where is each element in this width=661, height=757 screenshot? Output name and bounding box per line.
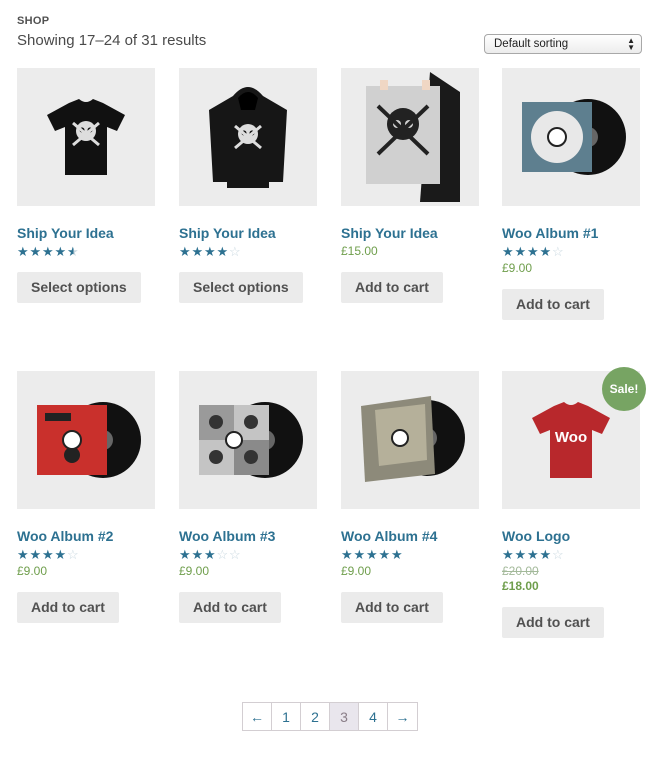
page-link-2[interactable]: 2 [301,703,330,730]
next-page-arrow-icon[interactable]: → [388,703,417,730]
sorting-select-value: Default sorting [494,38,569,50]
sale-badge: Sale! [602,367,646,411]
product-price: £20.00 £18.00 [502,564,641,594]
product-image[interactable] [179,371,317,509]
woo-logo-text: Woo [555,429,587,446]
product-title[interactable]: Woo Album #4 [341,528,480,545]
product-image[interactable] [341,68,479,206]
product-price: £9.00 [17,564,48,578]
rating-stars: ★★★★☆ [502,244,564,259]
product-card: Woo Album #2 ★★★★☆ £9.00 Add to cart [17,371,156,623]
product-image[interactable]: Woo Sale! [502,367,646,509]
add-to-cart-button[interactable]: Add to cart [502,289,604,320]
sorting-select[interactable]: Default sorting ▲ ▼ [484,34,642,54]
product-title[interactable]: Woo Album #1 [502,225,641,242]
product-card: Ship Your Idea ★★★★★ Select options [17,68,156,303]
sale-price: £18.00 [502,579,539,593]
vinyl-album-image [522,99,626,175]
product-card: Ship Your Idea £15.00 Add to cart [341,68,480,303]
select-options-button[interactable]: Select options [179,272,303,303]
product-price: £9.00 [502,261,533,275]
vinyl-album-image [199,402,303,478]
product-title[interactable]: Ship Your Idea [179,225,318,242]
product-title[interactable]: Woo Logo [502,528,641,545]
product-card: Woo Sale! Woo Logo ★★★★☆ £20.00 £18.00 A… [502,367,646,638]
product-title[interactable]: Woo Album #2 [17,528,156,545]
page-link-4[interactable]: 4 [359,703,388,730]
add-to-cart-button[interactable]: Add to cart [17,592,119,623]
product-image[interactable] [341,371,479,509]
shop-label: SHOP [17,15,50,27]
select-arrows-icon: ▲ ▼ [627,36,635,52]
product-image[interactable] [17,68,155,206]
tshirt-image [47,99,125,175]
add-to-cart-button[interactable]: Add to cart [502,607,604,638]
rating-stars: ★★★☆☆ [179,547,241,562]
rating-stars: ★★★★☆ [179,244,241,259]
result-count: Showing 17–24 of 31 results [17,32,207,49]
product-title[interactable]: Woo Album #3 [179,528,318,545]
hoodie-image [209,87,287,188]
pagination: ← 1 2 3 4 → [242,702,418,731]
rating-stars: ★★★★☆ [502,547,564,562]
rating-stars: ★★★★★ [341,547,403,562]
rating-stars: ★★★★☆ [17,547,79,562]
product-price: £9.00 [179,564,210,578]
page-link-1[interactable]: 1 [272,703,301,730]
tshirt-image: Woo [532,402,610,478]
product-card: Woo Album #1 ★★★★☆ £9.00 Add to cart [502,68,641,320]
select-options-button[interactable]: Select options [17,272,141,303]
add-to-cart-button[interactable]: Add to cart [341,272,443,303]
product-title[interactable]: Ship Your Idea [17,225,156,242]
prev-page-arrow-icon[interactable]: ← [243,703,272,730]
product-image[interactable] [502,68,640,206]
product-title[interactable]: Ship Your Idea [341,225,480,242]
product-image[interactable] [179,68,317,206]
product-image[interactable] [17,371,155,509]
rating-stars: ★★★★★ [17,244,79,259]
regular-price: £20.00 [502,564,539,578]
product-card: Woo Album #3 ★★★☆☆ £9.00 Add to cart [179,371,318,623]
vinyl-album-image [37,402,141,478]
add-to-cart-button[interactable]: Add to cart [341,592,443,623]
product-card: Woo Album #4 ★★★★★ £9.00 Add to cart [341,371,480,623]
product-price: £15.00 [341,244,378,258]
vinyl-album-image [361,396,465,482]
add-to-cart-button[interactable]: Add to cart [179,592,281,623]
product-price: £9.00 [341,564,372,578]
product-card: Ship Your Idea ★★★★☆ Select options [179,68,318,303]
poster-image [366,72,460,202]
page-current-3: 3 [330,703,359,730]
